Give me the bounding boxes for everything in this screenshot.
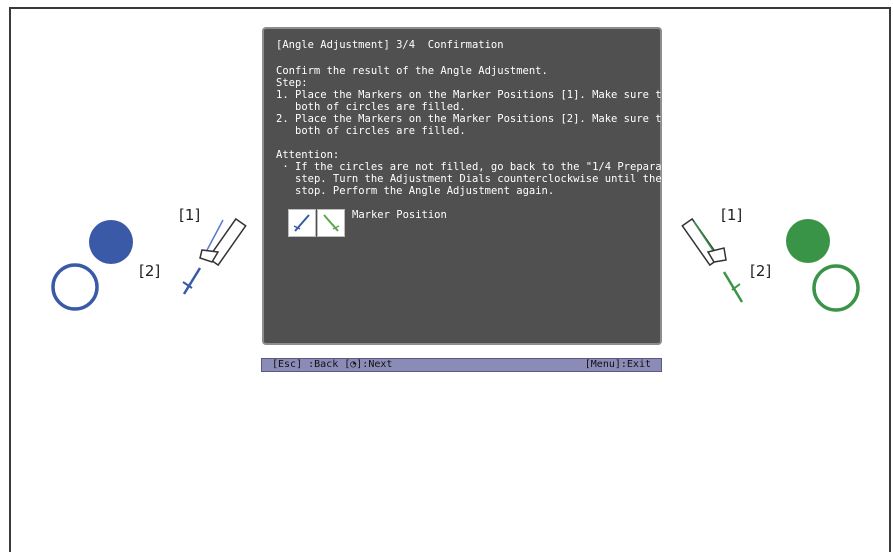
- attention-line-1: · If the circles are not filled, go back…: [276, 161, 700, 173]
- step-1-line-1: 1. Place the Markers on the Marker Posit…: [276, 89, 675, 101]
- attention-heading: Attention:: [276, 149, 340, 161]
- step-2-line-1: 2. Place the Markers on the Marker Posit…: [276, 113, 675, 125]
- left-filled-circle: [89, 220, 133, 264]
- marker-position-legend: Marker Position: [288, 209, 648, 237]
- angle-adjustment-dialog: [Angle Adjustment] 3/4 Confirmation Conf…: [262, 27, 700, 345]
- left-diagram: [51, 217, 247, 311]
- right-label-1: [1]: [721, 206, 743, 224]
- right-outline-circle: [812, 264, 860, 312]
- right-diagram: [681, 217, 860, 312]
- dialog-title: [Angle Adjustment] 3/4 Confirmation: [276, 39, 504, 51]
- green-marker-icon: [323, 214, 340, 232]
- left-marker-1-icon: [199, 217, 247, 267]
- left-label-2: [2]: [139, 262, 161, 280]
- blue-marker-swatch: [288, 209, 316, 237]
- right-marker-2-icon: [722, 271, 744, 303]
- left-marker-2-icon: [182, 267, 202, 295]
- dialog-intro: Confirm the result of the Angle Adjustme…: [276, 65, 548, 77]
- left-label-1: [1]: [179, 206, 201, 224]
- blue-marker-icon: [293, 214, 310, 232]
- attention-line-2: step. Turn the Adjustment Dials counterc…: [295, 173, 668, 185]
- right-label-2: [2]: [750, 262, 772, 280]
- left-outline-circle: [51, 263, 99, 311]
- back-next-hint[interactable]: [Esc] :Back [◔]:Next: [272, 359, 392, 371]
- key-help-bar: [Esc] :Back [◔]:Next [Menu]:Exit: [261, 358, 662, 372]
- step-1-line-2: both of circles are filled.: [295, 101, 466, 113]
- attention-line-3: stop. Perform the Angle Adjustment again…: [295, 185, 555, 197]
- right-marker-1-icon: [681, 217, 727, 267]
- right-filled-circle: [786, 219, 830, 263]
- step-2-line-2: both of circles are filled.: [295, 125, 466, 137]
- exit-hint[interactable]: [Menu]:Exit: [585, 359, 651, 371]
- green-marker-swatch: [317, 209, 345, 237]
- step-heading: Step:: [276, 77, 308, 89]
- marker-position-label: Marker Position: [352, 209, 447, 221]
